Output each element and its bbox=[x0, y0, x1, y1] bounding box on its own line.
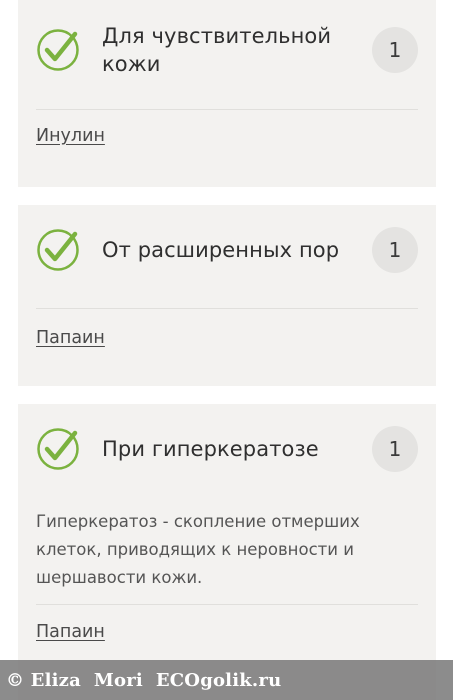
concern-card-sensitive-skin: Для чувствительной кожи 1 Инулин bbox=[18, 0, 436, 187]
count-badge: 1 bbox=[372, 27, 418, 73]
divider bbox=[36, 308, 418, 309]
check-circle-icon bbox=[36, 28, 80, 72]
check-circle-icon bbox=[36, 427, 80, 471]
card-title: Для чувствительной кожи bbox=[102, 24, 332, 76]
copyright-watermark: © Eliza Mori ECOgolik.ru bbox=[0, 660, 453, 700]
concern-card-hyperkeratosis: При гиперкератозе 1 Гиперкератоз - скопл… bbox=[18, 404, 436, 700]
ingredient-link-papain[interactable]: Папаин bbox=[36, 622, 105, 642]
check-circle-icon bbox=[36, 228, 80, 272]
card-description: Гиперкератоз - скопление отмерших клеток… bbox=[36, 512, 360, 587]
card-header: От расширенных пор 1 bbox=[36, 227, 418, 273]
ingredient-link-papain[interactable]: Папаин bbox=[36, 328, 105, 348]
card-title: При гиперкератозе bbox=[102, 437, 319, 461]
divider bbox=[36, 604, 418, 605]
concern-card-enlarged-pores: От расширенных пор 1 Папаин bbox=[18, 205, 436, 386]
card-header: Для чувствительной кожи 1 bbox=[36, 22, 418, 78]
card-title: От расширенных пор bbox=[102, 238, 340, 262]
card-header: При гиперкератозе 1 bbox=[36, 426, 418, 472]
count-badge: 1 bbox=[372, 426, 418, 472]
ingredient-link-inulin[interactable]: Инулин bbox=[36, 126, 105, 146]
divider bbox=[36, 109, 418, 110]
count-badge: 1 bbox=[372, 227, 418, 273]
